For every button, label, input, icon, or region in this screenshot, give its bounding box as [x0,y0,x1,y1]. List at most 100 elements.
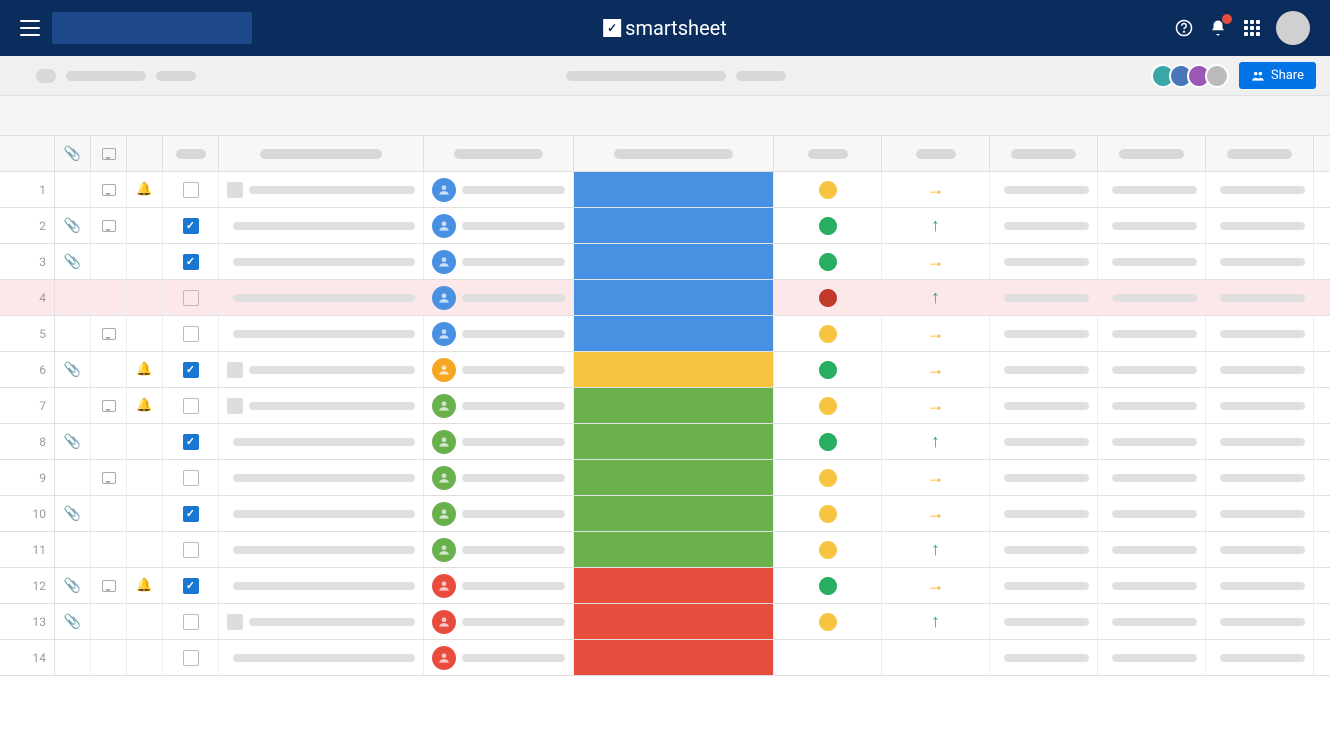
health-cell[interactable] [774,208,882,243]
assignee-cell[interactable] [424,280,574,315]
table-row[interactable]: 8📎↑ [0,424,1330,460]
cell[interactable] [990,244,1098,279]
reminder-cell[interactable] [127,424,163,459]
cell[interactable] [1098,640,1206,675]
table-row[interactable]: 11↑ [0,532,1330,568]
table-row[interactable]: 1🔔→ [0,172,1330,208]
cell[interactable] [990,496,1098,531]
attachment-cell[interactable]: 📎 [55,496,91,531]
status-cell[interactable] [574,640,774,675]
comment-cell[interactable] [91,604,127,639]
cell[interactable] [990,280,1098,315]
comment-cell[interactable] [91,208,127,243]
column-header[interactable] [1098,136,1206,171]
checkbox-cell[interactable] [163,496,219,531]
cell[interactable] [219,640,424,675]
header-comments[interactable] [91,136,127,171]
reminder-cell[interactable] [127,640,163,675]
cell[interactable] [1206,460,1314,495]
trend-cell[interactable]: → [882,496,990,531]
cell[interactable] [219,280,424,315]
column-header[interactable] [1206,136,1314,171]
checkbox[interactable] [183,506,199,522]
search-input[interactable] [52,12,252,44]
table-row[interactable]: 4↑ [0,280,1330,316]
cell[interactable] [1206,496,1314,531]
cell[interactable] [219,316,424,351]
cell[interactable] [990,172,1098,207]
column-header[interactable] [574,136,774,171]
cell[interactable] [1206,280,1314,315]
reminder-cell[interactable] [127,532,163,567]
cell[interactable] [1206,568,1314,603]
cell[interactable] [1098,280,1206,315]
trend-cell[interactable]: → [882,352,990,387]
column-header[interactable] [990,136,1098,171]
assignee-cell[interactable] [424,640,574,675]
cell[interactable] [990,316,1098,351]
reminder-cell[interactable] [127,460,163,495]
cell[interactable] [219,532,424,567]
assignee-cell[interactable] [424,568,574,603]
table-row[interactable]: 14 [0,640,1330,676]
health-cell[interactable] [774,352,882,387]
attachment-cell[interactable] [55,640,91,675]
checkbox-cell[interactable] [163,280,219,315]
attachment-cell[interactable] [55,532,91,567]
cell[interactable] [990,460,1098,495]
comment-cell[interactable] [91,388,127,423]
reminder-cell[interactable] [127,208,163,243]
checkbox[interactable] [183,254,199,270]
health-cell[interactable] [774,604,882,639]
checkbox[interactable] [183,290,199,306]
cell[interactable] [219,604,424,639]
checkbox-cell[interactable] [163,244,219,279]
assignee-cell[interactable] [424,388,574,423]
reminder-cell[interactable] [127,604,163,639]
attachment-cell[interactable]: 📎 [55,424,91,459]
health-cell[interactable] [774,460,882,495]
table-row[interactable]: 2📎↑ [0,208,1330,244]
toolbar-item[interactable] [736,71,786,81]
cell[interactable] [990,640,1098,675]
checkbox-cell[interactable] [163,316,219,351]
trend-cell[interactable]: ↑ [882,208,990,243]
table-row[interactable]: 12📎🔔→ [0,568,1330,604]
checkbox[interactable] [183,398,199,414]
comment-cell[interactable] [91,532,127,567]
trend-cell[interactable]: → [882,172,990,207]
cell[interactable] [219,208,424,243]
status-cell[interactable] [574,208,774,243]
checkbox[interactable] [183,362,199,378]
cell[interactable] [1098,424,1206,459]
assignee-cell[interactable] [424,460,574,495]
comment-cell[interactable] [91,244,127,279]
trend-cell[interactable]: ↑ [882,604,990,639]
menu-icon[interactable] [20,20,40,36]
attachment-cell[interactable] [55,316,91,351]
apps-icon[interactable] [1242,18,1262,38]
status-cell[interactable] [574,568,774,603]
column-header[interactable] [219,136,424,171]
table-row[interactable]: 5→ [0,316,1330,352]
trend-cell[interactable]: → [882,316,990,351]
attachment-cell[interactable]: 📎 [55,568,91,603]
health-cell[interactable] [774,172,882,207]
reminder-cell[interactable]: 🔔 [127,568,163,603]
cell[interactable] [1206,244,1314,279]
cell[interactable] [1206,424,1314,459]
cell[interactable] [990,388,1098,423]
checkbox-cell[interactable] [163,424,219,459]
health-cell[interactable] [774,244,882,279]
cell[interactable] [219,172,424,207]
cell[interactable] [1098,172,1206,207]
attachment-cell[interactable] [55,280,91,315]
assignee-cell[interactable] [424,496,574,531]
health-cell[interactable] [774,424,882,459]
cell[interactable] [1098,352,1206,387]
health-cell[interactable] [774,496,882,531]
help-icon[interactable] [1174,18,1194,38]
checkbox-cell[interactable] [163,388,219,423]
cell[interactable] [990,352,1098,387]
cell[interactable] [1098,496,1206,531]
